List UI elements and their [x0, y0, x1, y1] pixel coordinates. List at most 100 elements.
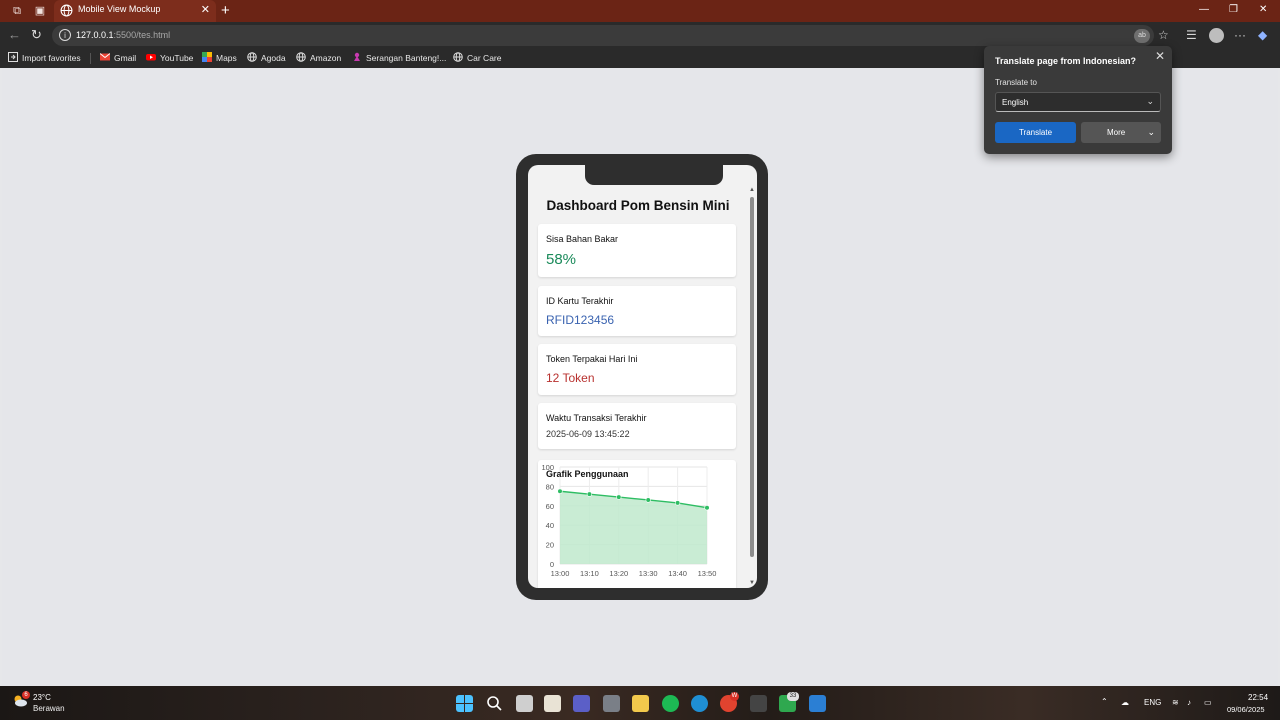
scroll-down-arrow[interactable]: ▼	[749, 580, 755, 586]
refresh-button[interactable]: ↻	[31, 27, 42, 43]
globe-icon	[453, 52, 463, 62]
address-url: 127.0.0.1:5500/tes.html	[76, 30, 170, 40]
scroll-up-arrow[interactable]: ▲	[749, 187, 755, 193]
favorite-star-icon[interactable]: ☆	[1158, 28, 1169, 42]
bookmarks-separator	[90, 53, 91, 64]
x-tick-label: 13:20	[609, 569, 628, 578]
youtube-icon	[146, 54, 156, 61]
scrollbar-thumb[interactable]	[750, 197, 754, 557]
bookmark-label: Maps	[216, 53, 237, 63]
bookmark-label: YouTube	[160, 53, 194, 63]
y-tick-label: 0	[550, 560, 554, 569]
chart-data-point	[557, 488, 563, 494]
chrome-badge: W	[730, 692, 739, 701]
maps-icon	[202, 52, 212, 62]
bookmark-gmail[interactable]: Gmail	[100, 52, 136, 65]
close-tab-icon[interactable]: ✕	[201, 3, 210, 16]
volume-icon[interactable]: ♪	[1187, 698, 1191, 707]
taskbar: 6 23°C Berawan W 33 ⌃ ☁ ENG ≋ ♪ ▭ 22:54 …	[0, 686, 1280, 720]
globe-icon	[60, 4, 73, 17]
onedrive-icon[interactable]: ☁	[1121, 698, 1129, 707]
chart-title: Grafik Penggunaan	[546, 469, 629, 479]
site-info-icon[interactable]: i	[59, 29, 71, 41]
phone-notch	[585, 165, 723, 185]
translate-icon[interactable]: ab	[1134, 29, 1150, 43]
tab-actions-icon[interactable]: ▣	[33, 4, 47, 18]
y-tick-label: 60	[546, 502, 554, 511]
close-window-button[interactable]: ✕	[1259, 4, 1267, 15]
x-tick-label: 13:40	[668, 569, 687, 578]
bookmark-agoda[interactable]: Agoda	[247, 52, 286, 65]
new-tab-button[interactable]: +	[221, 2, 230, 19]
weather-badge: 6	[22, 691, 30, 699]
card-label: Token Terpakai Hari Ini	[546, 354, 638, 364]
translate-button[interactable]: Translate	[995, 122, 1076, 143]
chevron-up-icon[interactable]: ⌃	[1101, 697, 1108, 706]
game-icon	[354, 52, 360, 61]
search-icon[interactable]	[486, 695, 503, 712]
bookmark-car-care[interactable]: Car Care	[453, 52, 501, 65]
widgets-icon[interactable]	[544, 695, 561, 712]
maximize-button[interactable]: ❐	[1229, 4, 1238, 15]
url-path: :5500/tes.html	[113, 30, 171, 40]
bookmark-serangan-banteng[interactable]: Serangan Banteng!...	[352, 52, 446, 65]
address-bar[interactable]: i 127.0.0.1:5500/tes.html	[52, 25, 1154, 46]
card-label: Sisa Bahan Bakar	[546, 234, 619, 244]
bookmark-amazon[interactable]: Amazon	[296, 52, 341, 65]
import-icon	[8, 52, 18, 62]
chevron-down-icon: ⌄	[1146, 96, 1154, 106]
clock-time[interactable]: 22:54	[1248, 693, 1268, 702]
minimize-button[interactable]: —	[1199, 4, 1209, 15]
clock-date[interactable]: 09/06/2025	[1227, 705, 1265, 714]
chart-data-point	[586, 491, 593, 497]
card-value: 58%	[546, 251, 577, 268]
phone-screen: ▲ ▼ Dashboard Pom Bensin Mini Sisa Bahan…	[528, 165, 757, 588]
card-value: 2025-06-09 13:45:22	[546, 429, 630, 439]
task-view-icon[interactable]	[516, 695, 533, 712]
tab-active[interactable]: Mobile View Mockup ✕	[54, 0, 216, 22]
tab-title: Mobile View Mockup	[78, 4, 161, 14]
translate-popup-title: Translate page from Indonesian?	[995, 56, 1137, 66]
file-explorer-icon[interactable]	[632, 695, 649, 712]
more-button[interactable]: More ⌄	[1081, 122, 1161, 143]
weather-condition: Berawan	[33, 704, 65, 713]
language-select[interactable]: English ⌄	[995, 92, 1161, 112]
workspaces-icon[interactable]: ⧉	[10, 4, 24, 18]
weather-temperature: 23°C	[33, 693, 51, 702]
battery-icon[interactable]: ▭	[1204, 698, 1212, 707]
bookmark-maps[interactable]: Maps	[202, 52, 237, 65]
close-icon[interactable]: ✕	[1155, 49, 1165, 63]
bookmark-label: Gmail	[114, 53, 137, 63]
translate-to-label: Translate to	[995, 78, 1037, 87]
bookmark-label: Serangan Banteng!...	[366, 53, 447, 63]
y-tick-label: 20	[546, 541, 554, 550]
camera-icon[interactable]	[603, 695, 620, 712]
url-host: 127.0.0.1	[76, 30, 114, 40]
x-tick-label: 13:00	[551, 569, 570, 578]
vscode-icon[interactable]	[809, 695, 826, 712]
bookmark-youtube[interactable]: YouTube	[146, 52, 193, 65]
import-favorites-link[interactable]: Import favorites	[8, 52, 81, 65]
notion-icon[interactable]	[750, 695, 767, 712]
teams-icon[interactable]	[573, 695, 590, 712]
chart-data-point	[675, 500, 681, 506]
x-tick-label: 13:30	[639, 569, 658, 578]
more-menu-icon[interactable]: ···	[1234, 28, 1246, 42]
spotify-icon[interactable]	[662, 695, 679, 712]
card-label: Waktu Transaksi Terakhir	[546, 413, 647, 423]
wifi-icon[interactable]: ≋	[1172, 698, 1179, 707]
chart-area-fill	[560, 491, 707, 564]
copilot-icon[interactable]: ◆	[1258, 28, 1267, 42]
usage-chart-card: 0 20 40 60 80 100 13:00 13:10 13:20 13:30 13:40 13:…	[538, 460, 736, 588]
profile-avatar[interactable]	[1209, 28, 1224, 43]
windows-start-icon[interactable]	[456, 695, 473, 712]
whatsapp-badge: 33	[787, 692, 799, 701]
card-tokens-used: Token Terpakai Hari Ini 12 Token	[538, 344, 736, 395]
language-indicator[interactable]: ENG	[1144, 698, 1161, 707]
phone-mockup: ▲ ▼ Dashboard Pom Bensin Mini Sisa Bahan…	[516, 154, 768, 600]
favorites-icon[interactable]: ☰	[1186, 28, 1197, 42]
card-fuel-level: Sisa Bahan Bakar 58%	[538, 224, 736, 277]
import-favorites-label: Import favorites	[22, 53, 81, 63]
edge-icon[interactable]	[691, 695, 708, 712]
back-button[interactable]: ←	[8, 27, 21, 42]
